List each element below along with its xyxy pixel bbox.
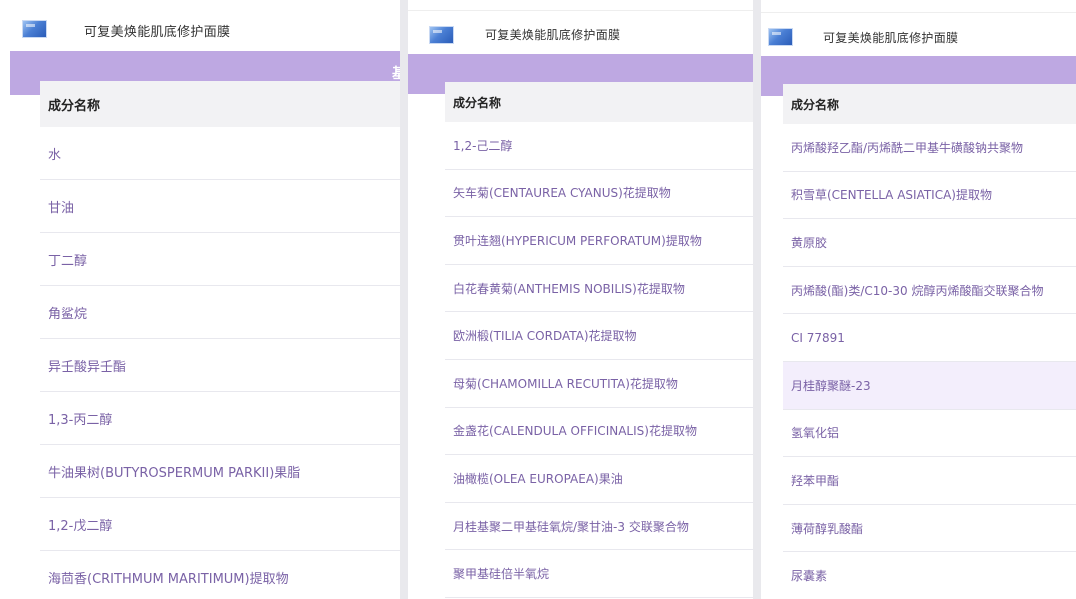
ingredient-row: 薄荷醇乳酸酯 xyxy=(783,505,1076,553)
ingredient-row: 白花春黄菊(ANTHEMIS NOBILIS)花提取物 xyxy=(445,265,753,313)
column-header-ingredient-name: 成分名称 xyxy=(40,81,400,127)
ingredient-row: 金盏花(CALENDULA OFFICINALIS)花提取物 xyxy=(445,408,753,456)
ingredient-row: 异壬酸异壬酯 xyxy=(40,339,400,392)
ingredient-panel-2: 可复美焕能肌底修护面膜 成分名称 1,2-己二醇 矢车菊(CENTAUREA CY… xyxy=(408,0,753,599)
ingredient-row: CI 77891 xyxy=(783,314,1076,362)
ingredient-row: 羟苯甲酯 xyxy=(783,457,1076,505)
ingredient-row: 丙烯酸羟乙酯/丙烯酰二甲基牛磺酸钠共聚物 xyxy=(783,124,1076,172)
ingredient-row: 水 xyxy=(40,127,400,180)
ingredient-row: 欧洲椴(TILIA CORDATA)花提取物 xyxy=(445,312,753,360)
ingredient-row: 海茴香(CRITHMUM MARITIMUM)提取物 xyxy=(40,551,400,599)
divider xyxy=(761,12,1076,13)
ingredient-row: 牛油果树(BUTYROSPERMUM PARKII)果脂 xyxy=(40,445,400,498)
ingredient-row: 矢车菊(CENTAUREA CYANUS)花提取物 xyxy=(445,170,753,218)
ingredient-panel-3: 可复美焕能肌底修护面膜 成分名称 丙烯酸羟乙酯/丙烯酰二甲基牛磺酸钠共聚物 积雪草… xyxy=(761,0,1076,599)
product-logo-icon xyxy=(22,20,47,38)
ingredient-row: 月桂基聚二甲基硅氧烷/聚甘油-3 交联聚合物 xyxy=(445,503,753,551)
ingredient-panel-1: 可复美焕能肌底修护面膜 基 成分名称 水甘油 丁二醇 角鲨烷 异壬酸异壬酯 1,3-丙二… xyxy=(0,0,400,599)
ingredient-row: 尿囊素 xyxy=(783,552,1076,599)
ingredient-row: 丙烯酸(酯)类/C10-30 烷醇丙烯酸酯交联聚合物 xyxy=(783,267,1076,315)
ingredient-row: 母菊(CHAMOMILLA RECUTITA)花提取物 xyxy=(445,360,753,408)
product-title: 可复美焕能肌底修护面膜 xyxy=(823,31,959,45)
ingredient-row: 角鲨烷 xyxy=(40,286,400,339)
ingredient-row: 聚甲基硅倍半氧烷 xyxy=(445,550,753,598)
ingredient-row: 油橄榄(OLEA EUROPAEA)果油 xyxy=(445,455,753,503)
column-header-ingredient-name: 成分名称 xyxy=(783,84,1076,124)
ingredient-row: 1,3-丙二醇 xyxy=(40,392,400,445)
product-title: 可复美焕能肌底修护面膜 xyxy=(485,28,621,42)
panel-divider xyxy=(753,0,761,599)
ingredient-row: 黄原胶 xyxy=(783,219,1076,267)
product-title: 可复美焕能肌底修护面膜 xyxy=(84,25,231,40)
ingredient-table: 成分名称 1,2-己二醇 矢车菊(CENTAUREA CYANUS)花提取物 贯叶连… xyxy=(445,82,753,598)
ingredient-row: 氢氧化铝 xyxy=(783,410,1076,458)
ingredient-table: 成分名称 丙烯酸羟乙酯/丙烯酰二甲基牛磺酸钠共聚物 积雪草(CENTELLA AS… xyxy=(783,84,1076,599)
ingredient-table: 成分名称 水甘油 丁二醇 角鲨烷 异壬酸异壬酯 1,3-丙二醇 牛油果树(BUTYROSP… xyxy=(40,81,400,599)
product-logo-icon xyxy=(768,28,793,46)
ingredient-row: 贯叶连翘(HYPERICUM PERFORATUM)提取物 xyxy=(445,217,753,265)
panel-divider xyxy=(400,0,408,599)
ingredient-row: 1,2-己二醇 xyxy=(445,122,753,170)
ingredient-row: 丁二醇 xyxy=(40,233,400,286)
band-label: 基 xyxy=(392,66,400,82)
divider xyxy=(408,10,753,11)
ingredient-row: 1,2-戊二醇 xyxy=(40,498,400,551)
ingredient-row: 积雪草(CENTELLA ASIATICA)提取物 xyxy=(783,172,1076,220)
column-header-ingredient-name: 成分名称 xyxy=(445,82,753,122)
ingredient-row: 甘油 xyxy=(40,180,400,233)
product-logo-icon xyxy=(429,26,454,44)
ingredient-row: 月桂醇聚醚-23 xyxy=(783,361,1076,410)
